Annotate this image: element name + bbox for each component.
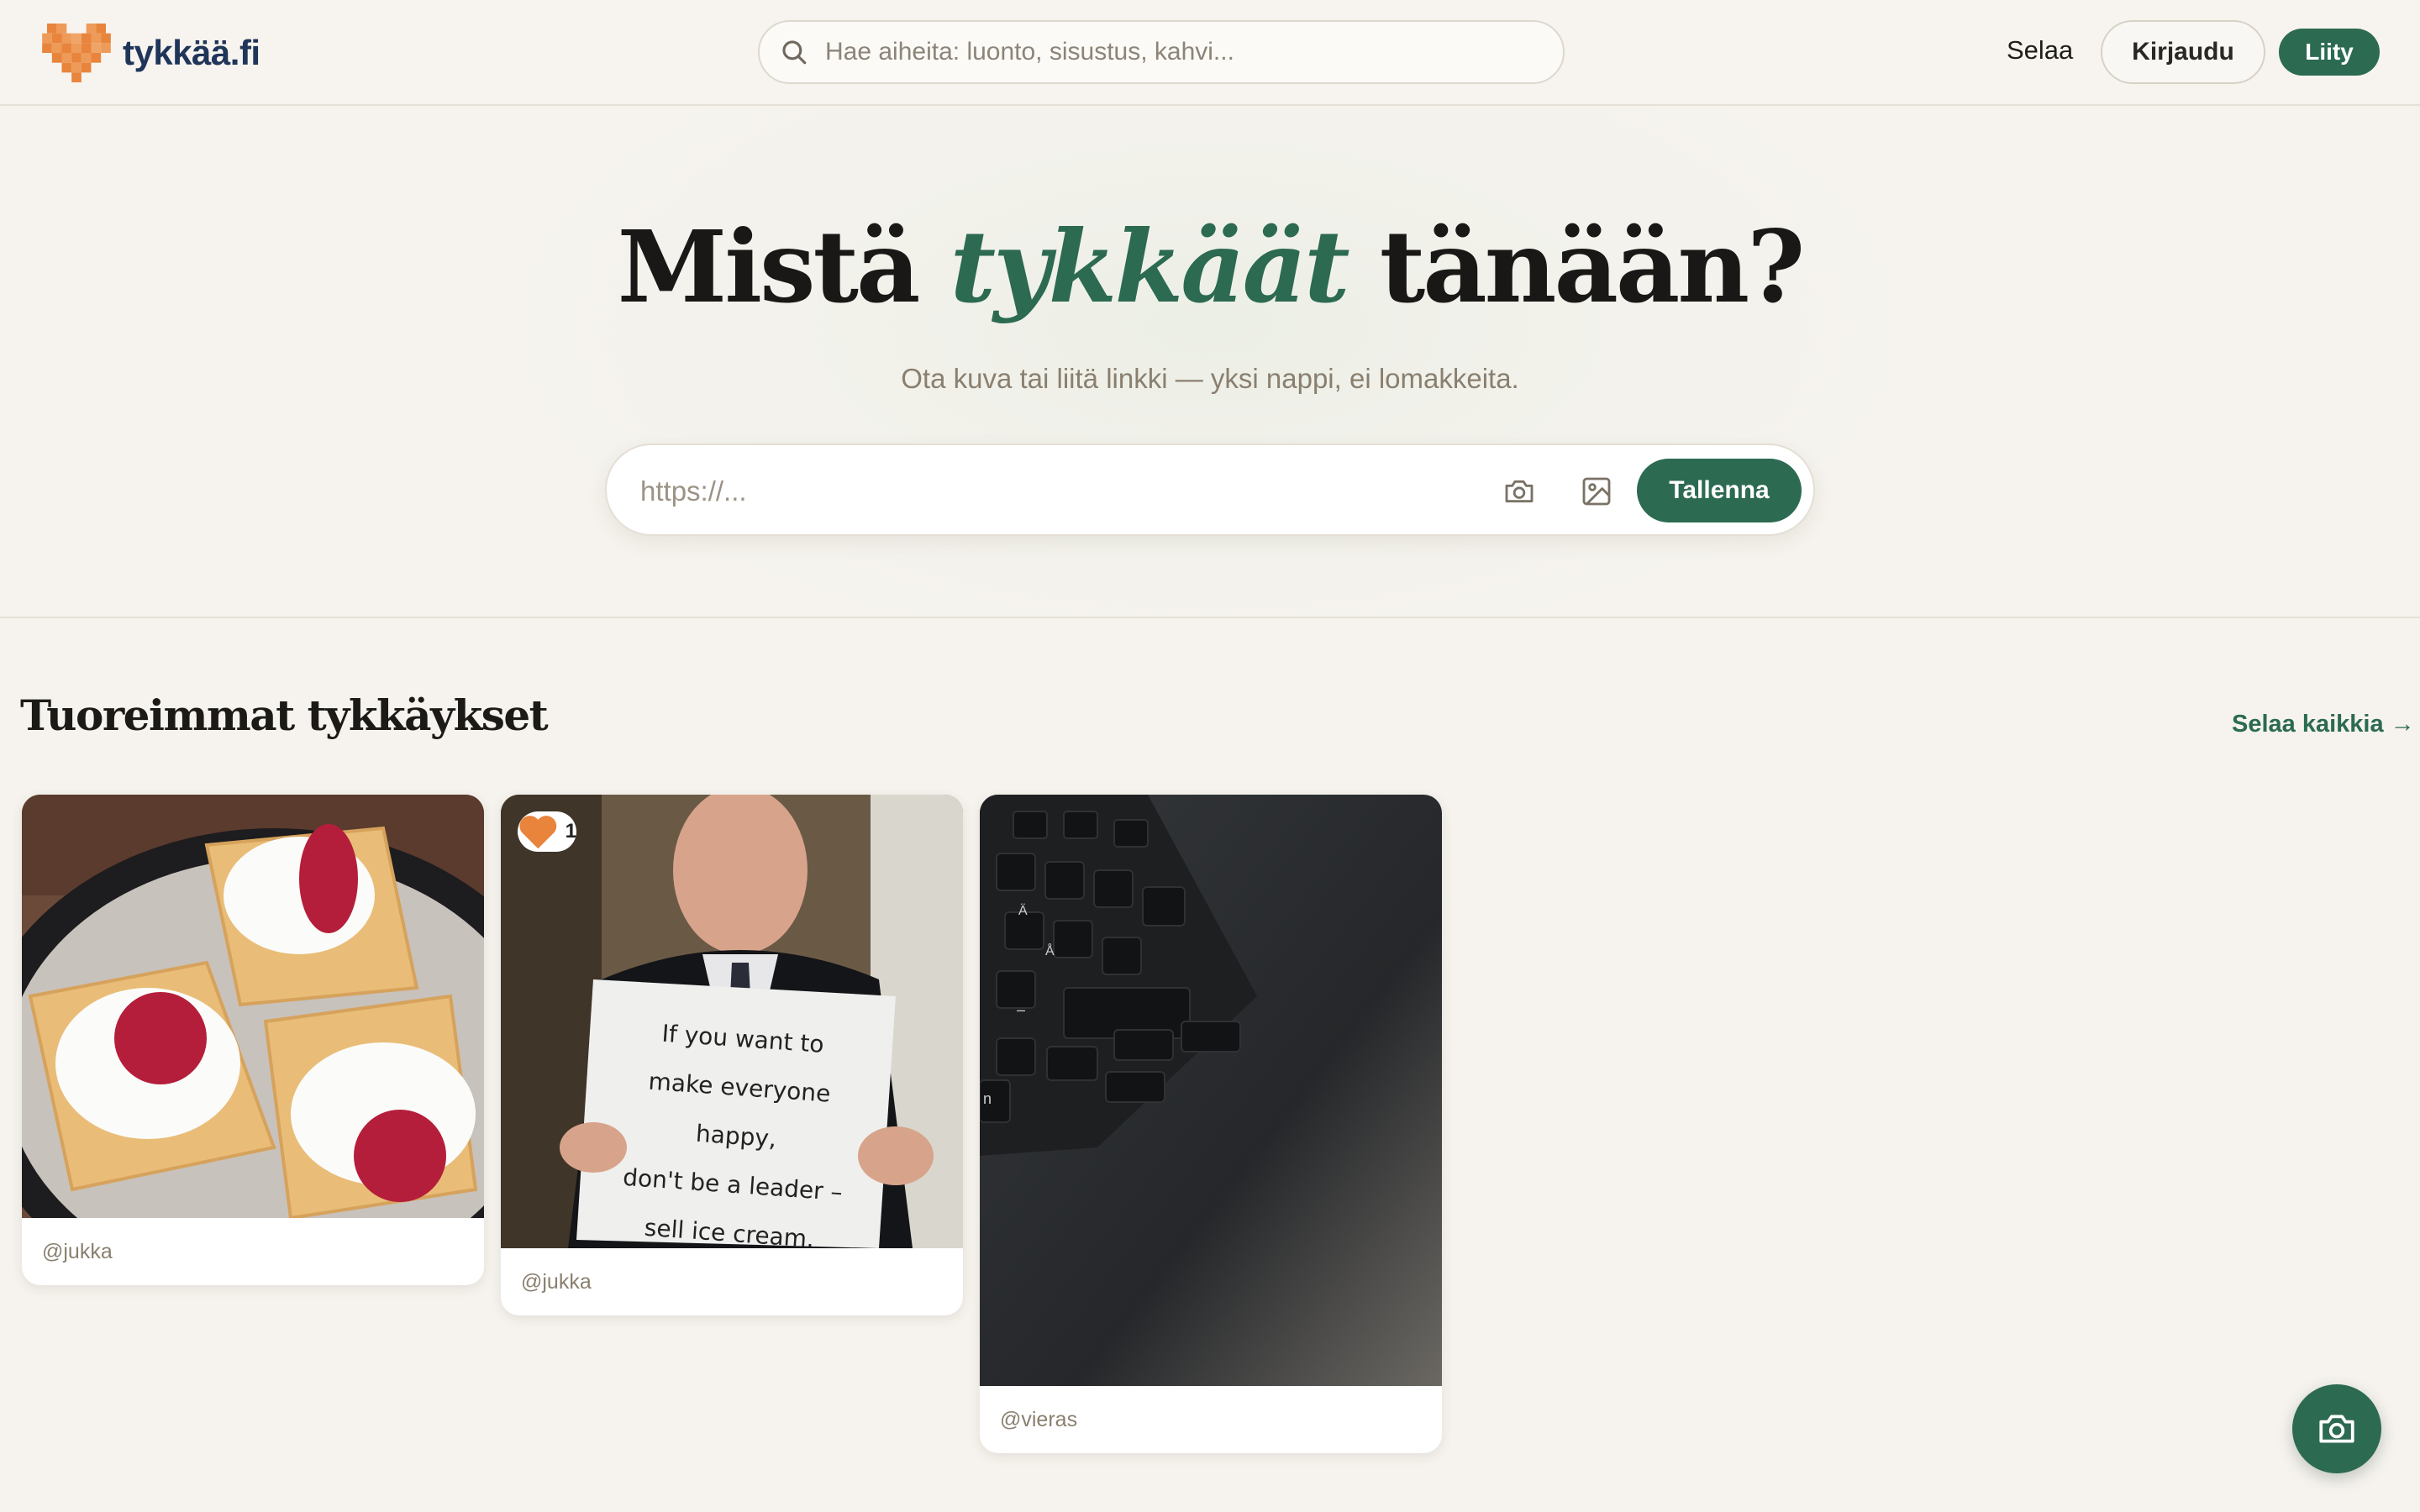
post-image-keyboard: Ä Å – n (980, 795, 1442, 1386)
like-badge[interactable]: 1 (518, 811, 576, 852)
top-bar: tykkää.fi Selaa Kirjaudu Liity (0, 0, 2420, 106)
hero-subtitle: Ota kuva tai liitä linkki — yksi nappi, … (901, 363, 1519, 394)
heart-logo-icon (42, 24, 111, 82)
hero-title-accent: tykkäät (950, 208, 1350, 325)
key-label: Å (1045, 944, 1055, 958)
logo-text: tykkää.fi (123, 33, 260, 72)
camera-button[interactable] (1500, 472, 1539, 511)
camera-icon (1505, 480, 1534, 503)
post-author[interactable]: @jukka (22, 1218, 484, 1285)
join-button[interactable]: Liity (2279, 29, 2380, 76)
post-card[interactable]: If you want to make everyone happy, don'… (501, 795, 963, 1315)
image-icon (1582, 477, 1611, 506)
hero-section: Mistä tykkäät tänään? Ota kuva tai liitä… (0, 108, 2420, 618)
save-button[interactable]: Tallenna (1637, 459, 1802, 522)
camera-fab-button[interactable] (2292, 1384, 2381, 1473)
image-upload-button[interactable] (1577, 472, 1616, 511)
key-label: n (983, 1090, 992, 1107)
url-input[interactable] (640, 470, 1481, 512)
save-link-bar: Tallenna (605, 444, 1815, 536)
site-logo[interactable]: tykkää.fi (42, 24, 260, 82)
feed-title: Tuoreimmat tykkäykset (20, 690, 549, 740)
sign-text: If you want to make everyone happy, don'… (585, 1005, 886, 1248)
post-image-waffles (22, 795, 484, 1218)
search-field[interactable] (758, 20, 1565, 84)
camera-fab-icon (2319, 1415, 2354, 1443)
hero-title-end: tänään? (1379, 208, 1806, 325)
key-label: Ä (1018, 904, 1028, 918)
post-author[interactable]: @vieras (980, 1386, 1442, 1453)
login-button[interactable]: Kirjaudu (2101, 20, 2265, 84)
search-icon (782, 40, 807, 65)
heart-icon (519, 816, 557, 849)
hero-title-start: Mistä (617, 208, 921, 325)
like-count: 1 (565, 820, 576, 843)
hero-title: Mistä tykkäät tänään? (0, 208, 2420, 325)
search-input[interactable] (825, 38, 1563, 66)
key-label: – (1017, 1001, 1026, 1018)
post-image-sign: If you want to make everyone happy, don'… (501, 795, 963, 1248)
post-card[interactable]: @jukka (22, 795, 484, 1285)
browse-link[interactable]: Selaa (2007, 35, 2073, 66)
see-all-link[interactable]: Selaa kaikkia → (2232, 711, 2415, 738)
post-card[interactable]: Ä Å – n @vieras (980, 795, 1442, 1453)
post-author[interactable]: @jukka (501, 1248, 963, 1315)
